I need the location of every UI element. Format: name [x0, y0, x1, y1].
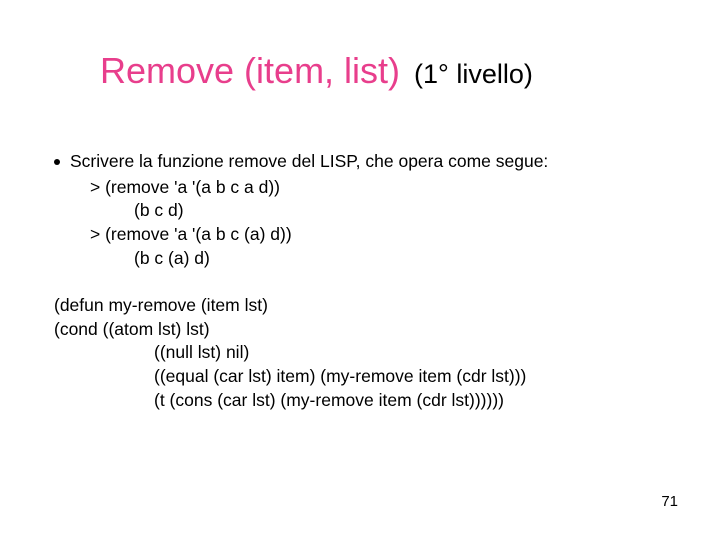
code-line: (defun my-remove (item lst) — [54, 294, 666, 318]
page-number: 71 — [661, 493, 678, 510]
code-line: ((equal (car lst) item) (my-remove item … — [54, 365, 666, 389]
title-sub: (1° livello) — [414, 59, 533, 90]
code-line: (t (cons (car lst) (my-remove item (cdr … — [54, 389, 666, 413]
example-line: > (remove 'a '(a b c a d)) — [54, 176, 666, 200]
bullet-icon — [54, 159, 60, 165]
example-line: > (remove 'a '(a b c (a) d)) — [54, 223, 666, 247]
slide-body: Scrivere la funzione remove del LISP, ch… — [54, 150, 666, 412]
code-block: (defun my-remove (item lst) (cond ((atom… — [54, 294, 666, 412]
slide-title: Remove (item, list) (1° livello) — [100, 50, 533, 92]
bullet-item: Scrivere la funzione remove del LISP, ch… — [54, 150, 666, 174]
slide: Remove (item, list) (1° livello) Scriver… — [0, 0, 720, 540]
code-line: (cond ((atom lst) lst) — [54, 318, 666, 342]
example-line: (b c (a) d) — [54, 247, 666, 271]
example-line: (b c d) — [54, 199, 666, 223]
bullet-text: Scrivere la funzione remove del LISP, ch… — [70, 150, 548, 174]
code-line: ((null lst) nil) — [54, 341, 666, 365]
title-main: Remove (item, list) — [100, 50, 400, 92]
